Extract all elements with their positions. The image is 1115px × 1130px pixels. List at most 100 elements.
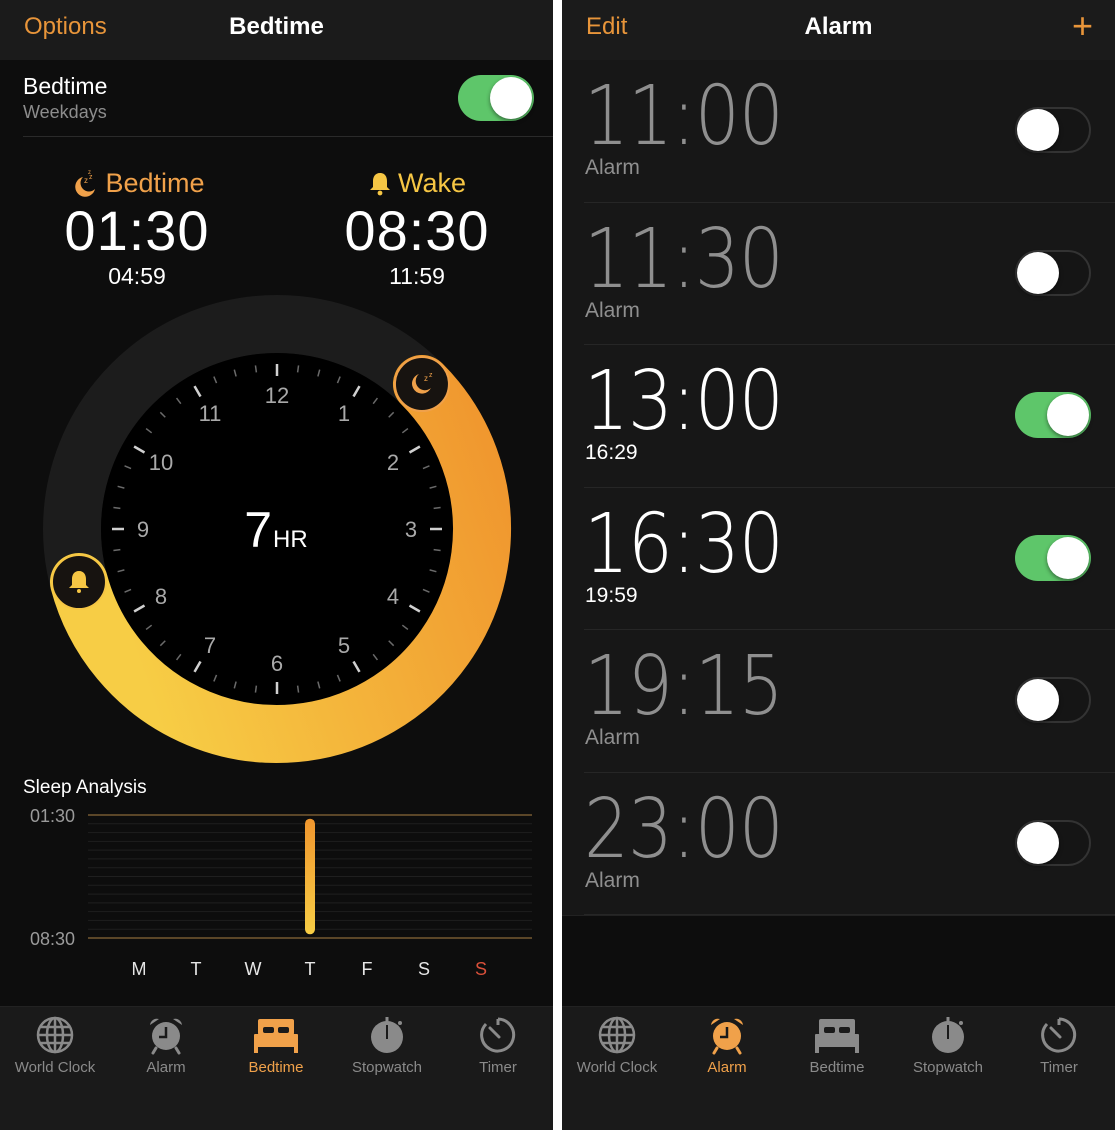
toggle-knob [1017, 109, 1059, 151]
alarm-subtitle: Alarm [585, 868, 640, 892]
alarm-row[interactable]: 13:00 16:29 [562, 345, 1115, 488]
alarm-toggle[interactable] [1015, 819, 1091, 866]
alarm-toggle[interactable] [1015, 107, 1091, 153]
toggle-knob [1017, 821, 1059, 864]
alarm-time: 19:15 [584, 639, 784, 734]
sleep-day-label: M [132, 959, 147, 979]
alarm-subtitle: Alarm [585, 298, 640, 322]
tab-alarm[interactable]: Alarm [111, 1015, 221, 1076]
tab-label: Stopwatch [912, 1059, 984, 1076]
alarm-toggle[interactable] [1015, 534, 1091, 581]
nav-bar: Options Bedtime [0, 0, 553, 60]
dial-hour-label: 12 [265, 383, 289, 408]
list-empty-area [562, 915, 1115, 1006]
tab-label: Stopwatch [351, 1059, 423, 1076]
sleep-day-label: F [362, 959, 373, 979]
wake-handle[interactable] [50, 554, 107, 611]
dial-hour-label: 3 [405, 517, 417, 542]
tab-world-clock[interactable]: World Clock [562, 1015, 672, 1076]
bedtime-summary[interactable]: z z z Bedtime 01:30 04:59 [17, 168, 257, 290]
alarm-toggle[interactable] [1015, 392, 1091, 438]
alarm-row[interactable]: 16:30 19:59 [562, 487, 1115, 630]
alarm-subtitle: Alarm [585, 726, 640, 749]
toggle-knob [490, 77, 532, 119]
alarm-subtitle: 16:29 [585, 441, 638, 464]
bedtime-handle[interactable]: z z [393, 356, 450, 413]
dial-tick [296, 685, 300, 693]
sleep-bars [305, 818, 315, 935]
tab-bedtime[interactable]: Bedtime [782, 1015, 892, 1076]
page-title: Bedtime [229, 13, 324, 40]
add-alarm-button[interactable]: + [1072, 8, 1093, 44]
alarm-screen: Edit Alarm + 11:00 Alarm 11:30 Alarm 13:00 16… [562, 0, 1115, 1130]
bedtime-toggle[interactable] [458, 75, 534, 121]
svg-text:z: z [84, 176, 88, 185]
alarm-toggle[interactable] [1015, 677, 1091, 723]
dial-hour-label: 10 [149, 450, 173, 475]
tab-stopwatch[interactable]: Stopwatch [332, 1015, 442, 1076]
alarm-row[interactable]: 11:00 Alarm [562, 60, 1115, 203]
tab-label: Alarm [707, 1059, 747, 1076]
wake-label-row: Wake [297, 168, 537, 199]
schedule-title: Bedtime [23, 73, 108, 99]
dial-hour-label: 1 [338, 401, 350, 426]
bedtime-schedule-row[interactable]: Bedtime Weekdays [0, 60, 553, 137]
alarm-clock-icon [672, 1015, 782, 1055]
sleep-day-labels: MTWTFSS [132, 959, 488, 979]
nav-bar: Edit Alarm + [562, 0, 1115, 60]
divider [23, 136, 553, 137]
tab-world-clock[interactable]: World Clock [0, 1015, 110, 1076]
tab-label: Alarm [146, 1059, 186, 1076]
sleep-bar [305, 818, 315, 935]
tab-timer[interactable]: Timer [443, 1015, 553, 1076]
tab-label: Bedtime [248, 1059, 304, 1076]
globe-icon [0, 1015, 110, 1055]
dial-hour-label: 6 [271, 651, 283, 676]
alarm-time: 16:30 [584, 496, 784, 592]
sleep-dial[interactable]: 121234567891011 z z 7 HR [0, 290, 553, 770]
alarm-subtitle: 19:59 [585, 583, 638, 607]
alarm-time: 13:00 [584, 354, 784, 449]
wake-summary[interactable]: Wake 08:30 11:59 [297, 168, 537, 290]
tab-alarm[interactable]: Alarm [672, 1015, 782, 1076]
dial-tick [254, 365, 258, 373]
sleep-day-label: T [305, 959, 316, 979]
stopwatch-icon [893, 1015, 1003, 1055]
toggle-knob [1047, 394, 1089, 436]
svg-text:z: z [88, 170, 91, 176]
dial-hour-label: 9 [137, 517, 149, 542]
alarm-list: 11:00 Alarm 11:30 Alarm 13:00 16:29 16:30 19:59… [562, 60, 1115, 915]
timer-icon [1004, 1015, 1114, 1055]
tab-bar: World Clock Alarm Bedtime Stopwatch Timer [0, 1006, 553, 1130]
page-title: Alarm [804, 13, 873, 40]
alarm-row[interactable]: 23:00 Alarm [562, 772, 1115, 915]
alarm-toggle[interactable] [1015, 249, 1091, 296]
dial-hour-label: 4 [387, 584, 399, 609]
tab-label: Bedtime [809, 1059, 865, 1076]
tab-label: World Clock [14, 1059, 96, 1076]
dial-hour-label: 7 [204, 633, 216, 658]
sleep-bottom-label: 08:30 [30, 929, 75, 949]
toggle-knob [1017, 251, 1059, 294]
globe-icon [562, 1015, 672, 1055]
tab-label: World Clock [576, 1059, 658, 1076]
dial-tick [433, 548, 441, 552]
tab-label: Timer [1040, 1059, 1078, 1076]
duration-unit: HR [273, 526, 308, 553]
tab-bedtime[interactable]: Bedtime [221, 1015, 331, 1076]
alarm-subtitle: Alarm [585, 156, 640, 179]
toggle-knob [1047, 536, 1089, 579]
alarm-row[interactable]: 19:15 Alarm [562, 630, 1115, 773]
duration-value: 7 [244, 502, 272, 558]
dial-tick [254, 685, 258, 693]
sleep-top-label: 01:30 [30, 806, 75, 826]
wake-secondary-time: 11:59 [389, 263, 445, 289]
alarm-row[interactable]: 11:30 Alarm [562, 202, 1115, 345]
tab-timer[interactable]: Timer [1004, 1015, 1114, 1076]
alarm-clock-icon [111, 1015, 221, 1055]
alarm-time: 23:00 [584, 781, 784, 877]
bell-icon [369, 172, 390, 195]
tab-stopwatch[interactable]: Stopwatch [893, 1015, 1003, 1076]
sleep-day-label: S [475, 959, 487, 979]
dial-hour-label: 11 [199, 401, 222, 426]
